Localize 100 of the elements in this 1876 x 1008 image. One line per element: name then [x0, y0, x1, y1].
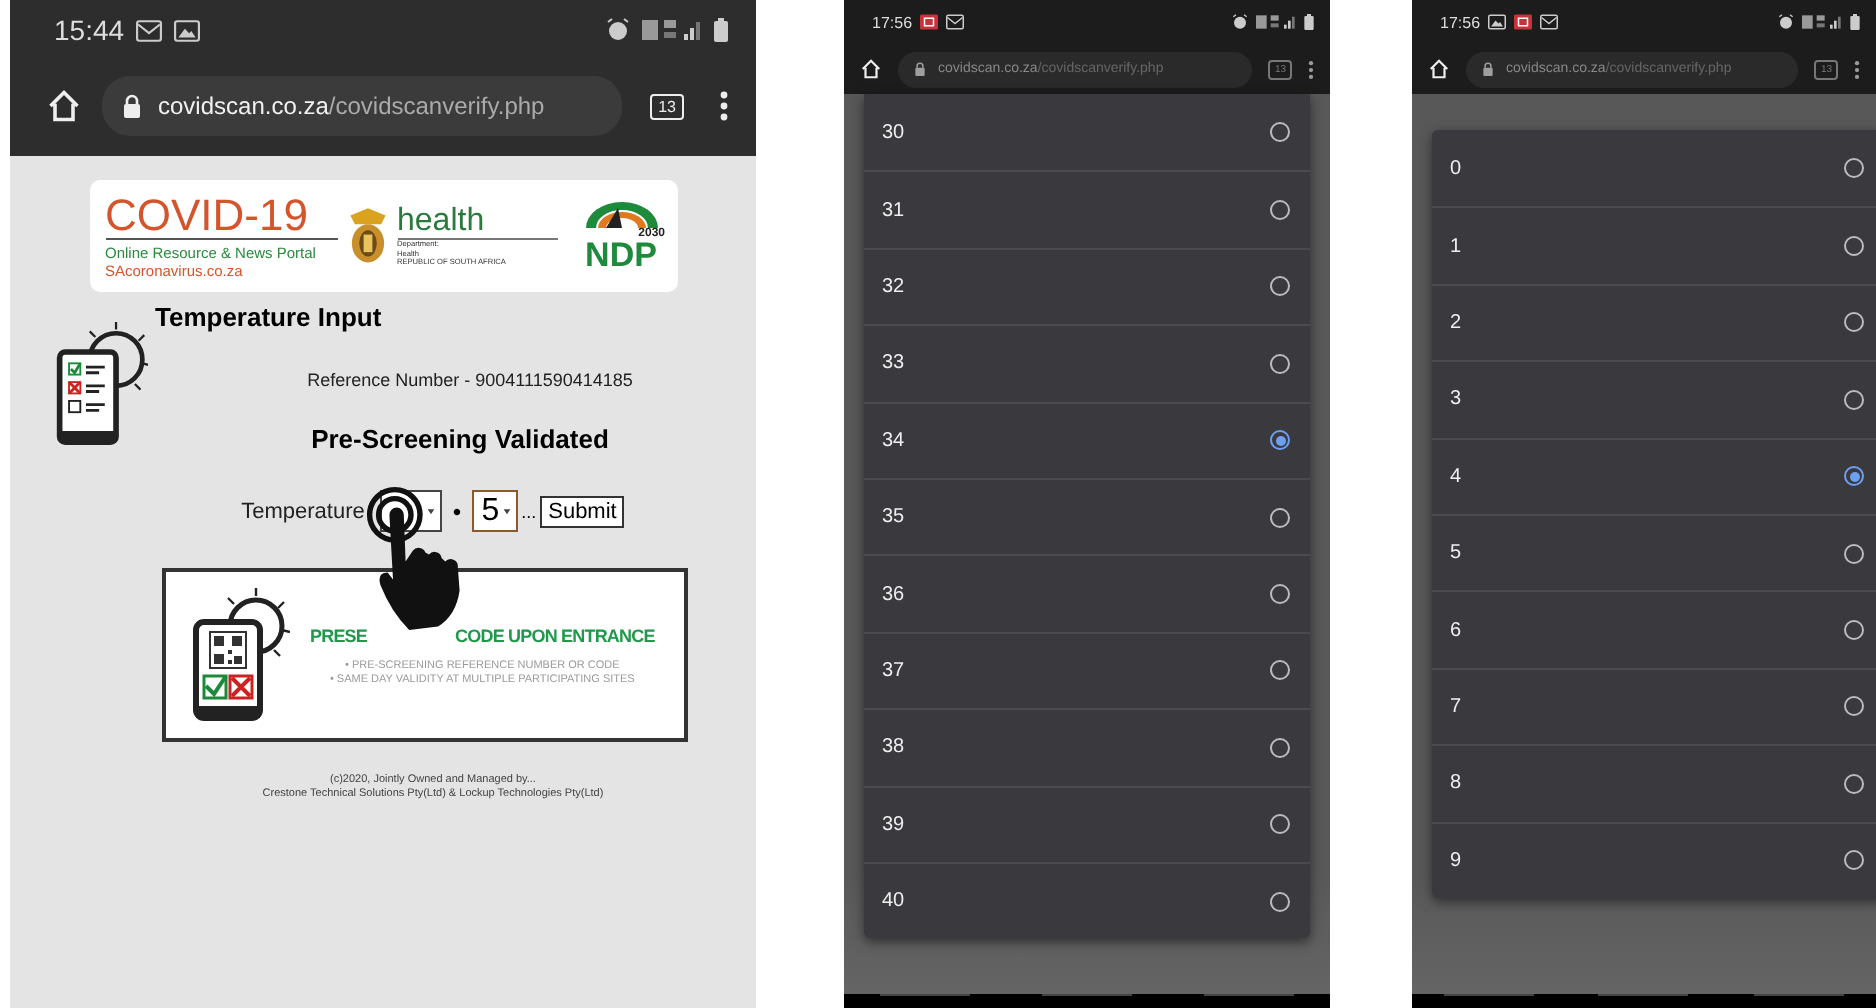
- status-time: 17:56: [872, 13, 913, 31]
- home-icon[interactable]: [1428, 58, 1450, 80]
- caret-icon: [501, 506, 512, 516]
- lock-icon: [914, 62, 926, 76]
- notification-icon: [1514, 14, 1533, 30]
- radio-button[interactable]: [1844, 389, 1864, 410]
- option-item[interactable]: 4: [1432, 437, 1876, 514]
- message-icon: [1540, 14, 1559, 30]
- decimal-select[interactable]: 5: [471, 490, 518, 532]
- option-item[interactable]: 33: [864, 324, 1310, 402]
- option-label: 4: [1450, 465, 1462, 488]
- radio-button[interactable]: [1270, 737, 1290, 758]
- radio-button[interactable]: [1270, 430, 1290, 451]
- option-item[interactable]: 31: [864, 170, 1310, 248]
- radio-button[interactable]: [1270, 660, 1290, 681]
- lock-icon: [1482, 62, 1494, 76]
- radio-button[interactable]: [1270, 507, 1290, 528]
- option-item[interactable]: 3: [1432, 360, 1876, 438]
- menu-icon[interactable]: [1308, 59, 1314, 79]
- option-label: 8: [1450, 772, 1462, 795]
- radio-button[interactable]: [1270, 353, 1290, 374]
- banner-headline: PRESE: [310, 625, 368, 645]
- radio-button[interactable]: [1844, 543, 1864, 564]
- ellipsis-text: ...: [521, 501, 537, 521]
- home-icon[interactable]: [860, 58, 882, 80]
- checklist-phone-drawing: [53, 318, 147, 450]
- option-item[interactable]: 6: [1432, 590, 1876, 668]
- battery-icon: [1304, 14, 1314, 30]
- page-heading: Temperature Input: [155, 302, 382, 332]
- option-label: 1: [1450, 235, 1462, 258]
- submit-button[interactable]: Submit: [540, 495, 625, 527]
- image-icon: [174, 19, 201, 41]
- url-field[interactable]: covidscan.co.za/covidscanverify.php: [102, 76, 623, 136]
- option-label: 3: [1450, 388, 1462, 411]
- network-icon: [1256, 14, 1296, 30]
- menu-icon[interactable]: [720, 90, 728, 122]
- option-label: 35: [882, 506, 905, 529]
- arc-icon: [581, 200, 661, 228]
- option-item[interactable]: 30: [864, 94, 1310, 171]
- option-item[interactable]: 9: [1432, 821, 1876, 898]
- home-icon[interactable]: [46, 88, 82, 124]
- option-item[interactable]: 7: [1432, 667, 1876, 745]
- option-item[interactable]: 37: [864, 631, 1310, 709]
- option-label: 34: [882, 429, 905, 452]
- radio-button[interactable]: [1844, 312, 1864, 333]
- radio-button[interactable]: [1270, 200, 1290, 221]
- alarm-icon: [606, 18, 630, 42]
- status-time: 15:44: [54, 14, 125, 46]
- department-name: health: [397, 204, 557, 241]
- image-icon: [1488, 14, 1507, 30]
- option-label: 5: [1450, 542, 1462, 565]
- radio-button[interactable]: [1270, 276, 1290, 297]
- radio-button[interactable]: [1270, 814, 1290, 835]
- option-item[interactable]: 2: [1432, 283, 1876, 361]
- emblem-icon: [345, 204, 389, 268]
- option-label: 2: [1450, 311, 1462, 334]
- option-item[interactable]: 36: [864, 554, 1310, 632]
- url-text: covidscan.co.za/covidscanverify.php: [158, 92, 545, 120]
- qr-phone-drawing: [190, 585, 290, 725]
- status-heading: Pre-Screening Validated: [311, 424, 609, 454]
- radio-button[interactable]: [1270, 584, 1290, 605]
- caret-icon: [426, 506, 437, 516]
- option-item[interactable]: 34: [864, 401, 1310, 478]
- option-item[interactable]: 38: [864, 708, 1310, 786]
- option-item[interactable]: 35: [864, 477, 1310, 555]
- network-icon: [642, 18, 702, 42]
- alarm-icon: [1232, 14, 1248, 30]
- option-label: 31: [882, 199, 905, 222]
- option-label: 30: [882, 121, 905, 144]
- network-icon: [1802, 14, 1842, 30]
- radio-button[interactable]: [1844, 466, 1864, 487]
- lock-icon: [122, 94, 142, 118]
- option-item[interactable]: 40: [864, 861, 1310, 939]
- decimal-separator: •: [452, 497, 462, 525]
- option-label: 38: [882, 736, 905, 759]
- option-item[interactable]: 32: [864, 247, 1310, 325]
- radio-button[interactable]: [1844, 236, 1864, 257]
- tab-count-button[interactable]: 13: [650, 93, 684, 119]
- option-item[interactable]: 1: [1432, 206, 1876, 284]
- radio-button[interactable]: [1270, 891, 1290, 912]
- option-label: 0: [1450, 157, 1462, 180]
- radio-button[interactable]: [1844, 696, 1864, 717]
- ndp-text: NDP: [585, 240, 657, 272]
- option-label: 37: [882, 659, 905, 682]
- option-label: 36: [882, 583, 905, 606]
- option-label: 7: [1450, 695, 1462, 718]
- radio-button[interactable]: [1844, 620, 1864, 641]
- reference-number: Reference Number - 9004111590414185: [307, 370, 633, 390]
- option-item[interactable]: 5: [1432, 513, 1876, 591]
- message-icon: [136, 19, 163, 41]
- option-item[interactable]: 39: [864, 785, 1310, 862]
- option-item[interactable]: 0: [1432, 130, 1876, 207]
- radio-button[interactable]: [1844, 158, 1864, 179]
- option-label: 32: [882, 275, 905, 298]
- option-item[interactable]: 8: [1432, 744, 1876, 822]
- menu-icon[interactable]: [1854, 59, 1860, 79]
- message-icon: [946, 14, 965, 30]
- radio-button[interactable]: [1844, 850, 1864, 871]
- radio-button[interactable]: [1844, 773, 1864, 794]
- radio-button[interactable]: [1270, 122, 1290, 143]
